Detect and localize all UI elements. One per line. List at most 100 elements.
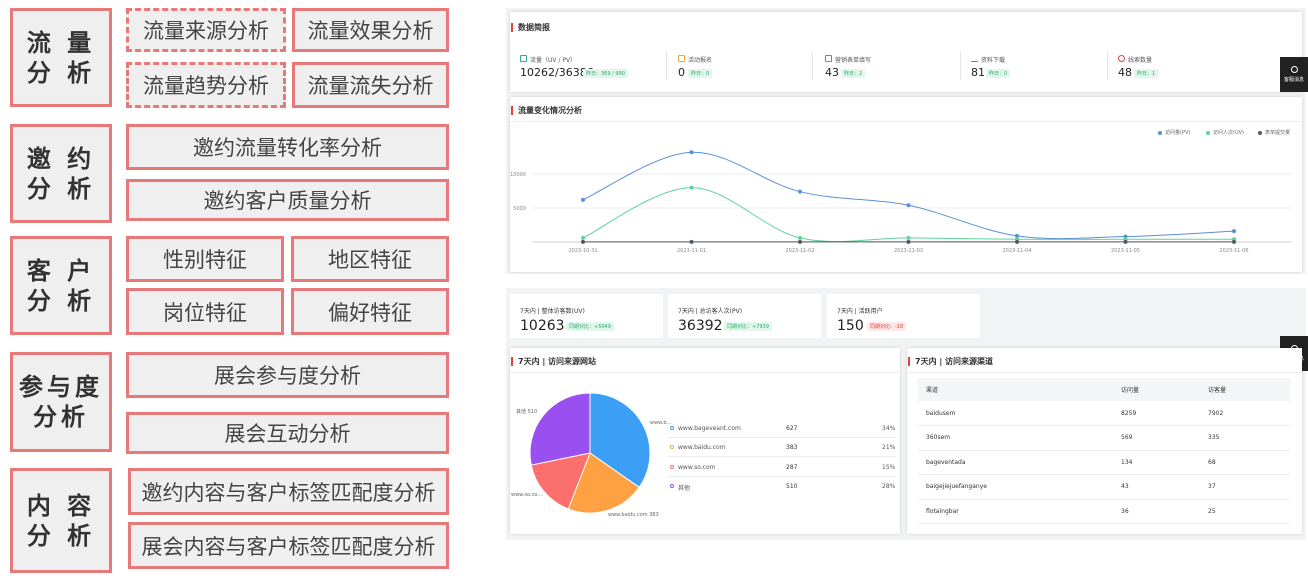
col-visitors[interactable]: 访客量 [1200,378,1290,401]
pie-slice[interactable] [529,392,591,466]
data-point[interactable] [1232,239,1236,244]
data-point[interactable] [798,239,802,244]
x-tick-label: 2023-11-02 [785,248,814,254]
source-row-value: 510 [786,483,798,490]
item-invite-conversion[interactable]: 邀约流量转化率分析 [126,124,449,170]
trend-chart: 10000 5000 2023-10-31 2023-11-01 2023-11-02 2… [510,150,1292,254]
data-point[interactable] [689,239,694,244]
y-tick-label: 5000 [513,206,526,212]
item-gender[interactable]: 性别特征 [126,236,284,282]
category-content: 内 容 分 析 [10,468,112,573]
source-row-pct: 34% [882,425,896,432]
item-region[interactable]: 地区特征 [291,236,449,282]
legend-bullet [670,445,674,449]
cell-visits: 134 [1113,450,1200,475]
card-uv-label: 7天内 | 整体访客数(UV) [520,308,585,315]
stat-lead-label: 线索数量 [1128,57,1153,64]
item-interaction[interactable]: 展会互动分析 [126,412,449,454]
card-uv: 7天内 | 整体访客数(UV) 10263 同期对比：+5049 [510,294,663,338]
col-channel[interactable]: 渠道 [918,378,1113,401]
data-point[interactable] [906,235,911,240]
table-row[interactable]: bageventada 134 68 [918,450,1290,475]
item-traffic-effect[interactable]: 流量效果分析 [292,8,449,52]
series-line [582,187,1234,243]
trend-title: 流量变化情况分析 [511,106,582,115]
stat-signup-label: 活动报名 [688,57,713,64]
source-channel-title: 7天内 | 访问来源渠道 [908,357,993,366]
source-row-name: www.so.com [678,464,716,471]
item-traffic-loss[interactable]: 流量流失分析 [292,62,449,108]
item-traffic-trend[interactable]: 流量趋势分析 [126,62,286,108]
data-point[interactable] [798,235,802,240]
summary-panel [510,12,1302,92]
card-uv-tag: 同期对比：+5049 [566,322,614,331]
data-point[interactable] [689,150,694,155]
summary-title: 数据简报 [511,23,550,32]
item-invite-content-match[interactable]: 邀约内容与客户标签匹配度分析 [128,468,449,515]
cell-visitors: 37 [1200,474,1290,500]
card-active-tag: 同期对比：-18 [867,322,907,331]
stat-form-tag: 昨日：2 [841,69,866,78]
item-expo-content-match[interactable]: 展会内容与客户标签匹配度分析 [128,522,449,569]
form-icon [825,55,832,62]
card-pv-label: 7天内 | 总访客人次(PV) [678,308,743,315]
category-customer: 客 户 分 析 [10,236,112,335]
legend-pv[interactable]: 访问量(PV) [1158,129,1190,136]
data-point[interactable] [689,185,694,190]
data-point[interactable] [906,239,911,244]
item-position[interactable]: 岗位特征 [126,288,284,335]
data-point[interactable] [581,235,585,240]
cell-visitors: 25 [1200,499,1290,524]
table-header-row: 渠道 访问量 访客量 [918,378,1290,401]
data-point[interactable] [581,197,585,202]
item-preference[interactable]: 偏好特征 [291,288,449,335]
pie-label-so: www.so.co... [511,492,543,498]
category-invite: 邀 约 分 析 [10,124,112,223]
data-point[interactable] [1123,239,1128,244]
signup-icon [678,55,685,62]
category-traffic: 流 量 分 析 [10,8,112,107]
legend-uv[interactable]: 访问人次(UV) [1206,129,1244,136]
source-site-divider [510,372,900,373]
item-traffic-source[interactable]: 流量来源分析 [126,8,286,52]
row-sep [668,437,896,438]
table-row[interactable]: 360sem 569 335 [918,425,1290,451]
col-visits[interactable]: 访问量 [1113,378,1200,401]
item-engagement[interactable]: 展会参与度分析 [126,352,449,398]
source-row-name: www.bageveant.com [678,425,741,432]
data-point[interactable] [581,239,585,244]
legend-bullet [670,465,674,469]
cell-visits: 43 [1113,474,1200,500]
item-invite-quality[interactable]: 邀约客户质量分析 [126,179,449,221]
cell-channel: baigejiejuefanganye [918,474,1113,500]
source-row-name: 其他 [678,485,691,492]
data-point[interactable] [1232,229,1236,234]
cell-channel: 360sem [918,425,1113,451]
data-point[interactable] [1015,239,1019,244]
customer-service-button[interactable]: 客服消息 [1280,57,1308,92]
data-point[interactable] [798,189,802,194]
stat-divider [666,52,667,80]
source-row-value: 627 [786,425,798,432]
data-point[interactable] [906,203,911,208]
legend-form[interactable]: 表单提交量 [1258,129,1290,136]
x-tick-label: 2023-11-05 [1111,248,1140,254]
download-icon [971,55,978,62]
table-row[interactable]: baigejiejuefanganye 43 37 [918,474,1290,500]
table-row[interactable]: flotaingbar 36 25 [918,499,1290,524]
source-row-value: 383 [786,444,798,451]
source-row-name: www.baidu.com [678,444,726,451]
category-engagement: 参与度 分析 [10,352,112,452]
source-row-pct: 28% [882,483,896,490]
stat-signup-value: 0 [678,66,685,79]
cell-visits: 8259 [1113,401,1200,426]
stat-traffic-tag: 昨日：369 / 990 [583,69,628,78]
x-tick-label: 2023-10-31 [568,248,597,254]
cell-channel: flotaingbar [918,499,1113,524]
stat-lead-value: 48 [1118,66,1132,79]
table-row[interactable]: baidusem 8259 7902 [918,401,1290,426]
legend-bullet [670,426,674,430]
stat-download-value: 81 [971,66,985,79]
x-tick-label: 2023-11-01 [677,248,706,254]
stat-download-tag: 昨日：0 [986,69,1011,78]
